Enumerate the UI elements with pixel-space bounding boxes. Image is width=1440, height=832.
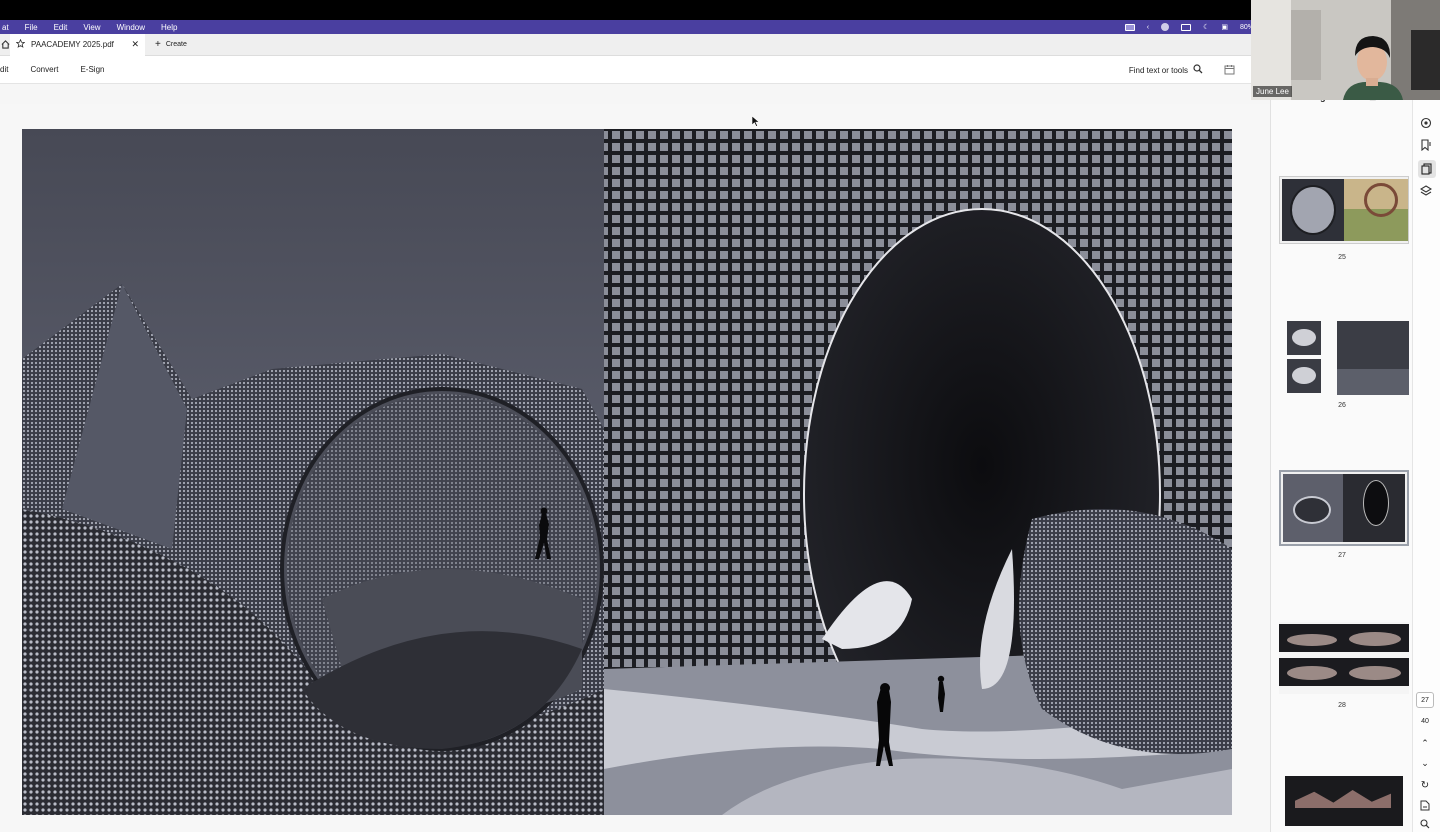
pages-icon[interactable] (1418, 160, 1436, 178)
document-subbar (0, 84, 1270, 104)
search-icon (1193, 64, 1203, 76)
thumbnail-label-26: 26 (1338, 402, 1346, 409)
webcam-name: June Lee (1253, 86, 1292, 97)
menu-help[interactable]: Help (153, 23, 185, 32)
menu-edit[interactable]: Edit (46, 23, 76, 32)
total-pages: 40 (1421, 717, 1429, 725)
tab-title: PAACADEMY 2025.pdf (31, 40, 114, 49)
toolbar-convert[interactable]: Convert (19, 65, 69, 74)
page-down-icon[interactable]: ⌄ (1416, 755, 1434, 771)
page-thumbnail-26[interactable] (1279, 319, 1409, 397)
lock-icon[interactable]: ▣ (1221, 23, 1228, 31)
layers-icon[interactable] (1419, 184, 1434, 198)
menu-window[interactable]: Window (109, 23, 153, 32)
comment-icon[interactable] (1420, 116, 1434, 130)
calendar-icon[interactable] (1224, 64, 1236, 76)
save-page-icon[interactable] (1416, 797, 1434, 813)
page-thumbnail-29[interactable] (1285, 776, 1403, 826)
document-viewer[interactable] (0, 104, 1270, 832)
document-tab[interactable]: PAACADEMY 2025.pdf ✕ (10, 33, 145, 56)
rotate-icon[interactable]: ↻ (1416, 777, 1434, 793)
thumbnail-label-27: 27 (1338, 552, 1346, 559)
thumbnail-label-28: 28 (1338, 702, 1346, 709)
star-icon[interactable] (15, 38, 26, 50)
zoom-icon[interactable] (1416, 816, 1434, 832)
menu-app[interactable]: at (0, 23, 17, 32)
moon-icon[interactable]: ☾ (1203, 23, 1209, 31)
tab-bar: PAACADEMY 2025.pdf ✕ + Create (0, 33, 1260, 56)
left-render (22, 129, 604, 815)
bookmark-icon[interactable] (1420, 138, 1434, 152)
home-icon[interactable] (0, 40, 10, 49)
menu-view[interactable]: View (75, 23, 108, 32)
page-thumbnail-25[interactable] (1279, 176, 1409, 244)
toolbar: dit Convert E-Sign Find text or tools (0, 56, 1260, 84)
pages-panel: Pages ✕ ⊞ 25 26 (1270, 84, 1412, 832)
toolbar-esign[interactable]: E-Sign (69, 65, 115, 74)
webcam-overlay: June Lee (1251, 0, 1440, 100)
page-artwork (22, 129, 1232, 815)
top-black-strip (0, 0, 1440, 20)
display-icon[interactable] (1181, 23, 1192, 31)
right-render (604, 129, 1232, 815)
screen: at File Edit View Window Help ‹ ☾ ▣ 80% … (0, 0, 1440, 832)
mouse-cursor (751, 114, 760, 132)
menu-file[interactable]: File (17, 23, 46, 32)
menubar: at File Edit View Window Help ‹ ☾ ▣ 80% (0, 20, 1260, 34)
menubar-status: ‹ ☾ ▣ 80% (1124, 20, 1260, 34)
page-thumbnail-27[interactable] (1279, 470, 1409, 546)
page-up-icon[interactable]: ⌃ (1416, 735, 1434, 751)
create-label: Create (165, 41, 187, 48)
pdf-page (22, 129, 1232, 815)
find-tools-button[interactable]: Find text or tools (1129, 56, 1203, 84)
screen-share-icon[interactable] (1124, 23, 1135, 31)
globe-icon[interactable] (1161, 23, 1170, 31)
page-thumbnail-28[interactable] (1279, 622, 1409, 694)
find-label: Find text or tools (1128, 65, 1188, 75)
create-button[interactable]: + Create (145, 39, 197, 50)
plus-icon: + (155, 39, 161, 50)
toolbar-edit[interactable]: dit (0, 65, 19, 74)
chevron-left-icon[interactable]: ‹ (1147, 24, 1149, 31)
webcam-video (1251, 0, 1440, 100)
thumbnail-label-25: 25 (1338, 254, 1346, 261)
close-icon[interactable]: ✕ (131, 39, 139, 50)
current-page-field[interactable]: 27 (1416, 692, 1434, 708)
